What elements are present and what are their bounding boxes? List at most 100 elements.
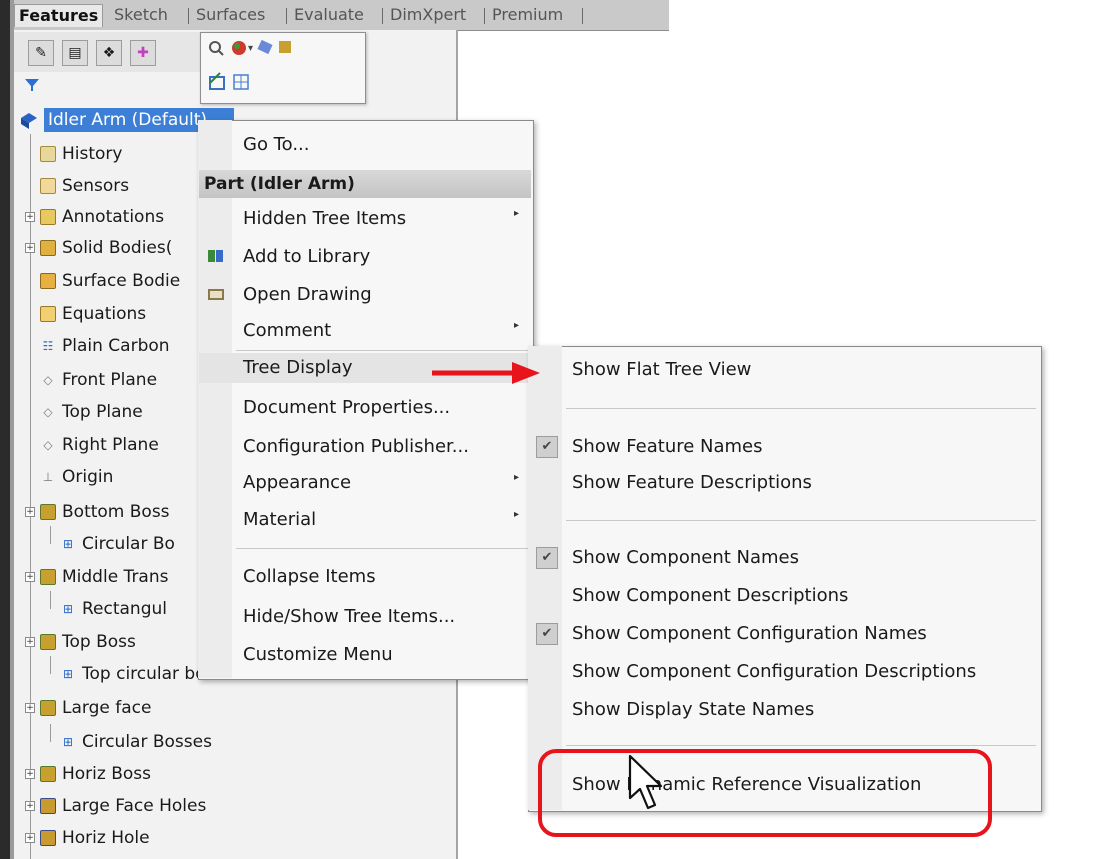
plane-icon: ◇ bbox=[43, 405, 53, 419]
tree-item[interactable]: ☷ Plain Carbon bbox=[40, 332, 170, 360]
menu-item-material[interactable]: Material bbox=[243, 505, 316, 535]
tree-expand-icon[interactable]: + bbox=[25, 572, 35, 582]
tree-item-label: Horiz Boss bbox=[62, 764, 152, 784]
menu-item-go-to[interactable]: Go To... bbox=[243, 130, 309, 160]
tree-item-label: Circular Bo bbox=[82, 534, 175, 554]
flyout-icons: ▾ bbox=[209, 39, 291, 90]
menu-item-show-component-configuration-names[interactable]: Show Component Configuration Names bbox=[572, 619, 927, 649]
cut-extrude-icon bbox=[40, 798, 56, 814]
tree-item[interactable]: Sensors bbox=[40, 172, 129, 200]
tree-item[interactable]: Large face bbox=[40, 694, 151, 722]
tab-features[interactable]: Features bbox=[14, 4, 104, 27]
tree-item[interactable]: ⊞ Circular Bosses bbox=[60, 728, 212, 756]
tree-expand-icon[interactable]: + bbox=[25, 703, 35, 713]
menu-item-configuration-publisher[interactable]: Configuration Publisher... bbox=[243, 432, 469, 462]
tree-item-label: Rectangul bbox=[82, 599, 167, 619]
tab-premium[interactable]: Premium bbox=[492, 4, 563, 26]
tree-item-label: Large face bbox=[62, 698, 152, 718]
tree-item[interactable]: ◇ Front Plane bbox=[40, 366, 157, 394]
menu-item-show-display-state-names[interactable]: Show Display State Names bbox=[572, 695, 814, 725]
tree-expand-icon[interactable]: + bbox=[25, 833, 35, 843]
boss-extrude-icon bbox=[40, 766, 56, 782]
boss-extrude-icon bbox=[40, 700, 56, 716]
tab-dimxpert[interactable]: DimXpert bbox=[390, 4, 466, 26]
tab-sketch[interactable]: Sketch bbox=[114, 4, 168, 26]
tree-expand-icon[interactable]: + bbox=[25, 212, 35, 222]
tree-item[interactable]: Solid Bodies( bbox=[40, 234, 172, 262]
open-drawing-icon bbox=[208, 289, 224, 300]
menu-item-comment[interactable]: Comment bbox=[243, 316, 331, 346]
tree-item[interactable]: ⊞ Circular Bo bbox=[60, 530, 175, 558]
origin-icon: ⊥ bbox=[42, 470, 54, 484]
configuration-manager-tab-icon[interactable]: ❖ bbox=[96, 40, 122, 66]
tree-item-label: Top Boss bbox=[62, 632, 136, 652]
tree-item-label: Bottom Boss bbox=[62, 502, 170, 522]
feature-manager-toolbar: ✎ ▤ ❖ ✚ bbox=[14, 32, 204, 72]
dimxpert-manager-tab-icon[interactable]: ✚ bbox=[130, 40, 156, 66]
tree-item-label: Circular Bosses bbox=[82, 732, 212, 752]
menu-item-customize-menu[interactable]: Customize Menu bbox=[243, 640, 393, 670]
tree-expand-icon[interactable]: + bbox=[25, 637, 35, 647]
mouse-pointer-icon bbox=[628, 754, 663, 810]
tree-item-label: Solid Bodies( bbox=[62, 238, 173, 258]
tree-item-label: Annotations bbox=[62, 207, 165, 227]
menu-separator bbox=[236, 548, 528, 549]
menu-item-show-component-configuration-descriptions[interactable]: Show Component Configuration Description… bbox=[572, 657, 976, 687]
menu-item-collapse-items[interactable]: Collapse Items bbox=[243, 562, 376, 592]
tree-item-label: Origin bbox=[62, 467, 114, 487]
tree-item-label: History bbox=[62, 144, 123, 164]
menu-item-show-flat-tree-view[interactable]: Show Flat Tree View bbox=[572, 355, 751, 385]
equations-icon bbox=[40, 306, 56, 322]
menu-item-add-to-library[interactable]: Add to Library bbox=[243, 242, 370, 272]
tree-item-label: Equations bbox=[62, 304, 147, 324]
svg-text:▾: ▾ bbox=[248, 43, 253, 54]
tree-item[interactable]: Horiz Hole bbox=[40, 824, 150, 852]
feature-manager-tab-icon[interactable]: ✎ bbox=[28, 40, 54, 66]
menu-item-show-component-names[interactable]: Show Component Names bbox=[572, 543, 799, 573]
tree-item[interactable]: Surface Bodie bbox=[40, 267, 180, 295]
tree-guide-line bbox=[50, 724, 51, 742]
tree-item[interactable]: ⊞ Rectangul bbox=[60, 595, 167, 623]
tree-item[interactable]: ◇ Right Plane bbox=[40, 431, 158, 459]
tree-item[interactable]: Annotations bbox=[40, 203, 164, 231]
property-manager-tab-icon[interactable]: ▤ bbox=[62, 40, 88, 66]
tree-expand-icon[interactable]: + bbox=[25, 507, 35, 517]
menu-separator bbox=[566, 520, 1036, 521]
tree-item[interactable]: ⊥ Origin bbox=[40, 463, 114, 491]
boss-extrude-icon bbox=[40, 634, 56, 650]
tab-evaluate[interactable]: Evaluate bbox=[294, 4, 364, 26]
menu-item-tree-display[interactable]: Tree Display bbox=[243, 353, 353, 383]
tree-item-label: Front Plane bbox=[62, 370, 158, 390]
tree-item[interactable]: Top Boss bbox=[40, 628, 136, 656]
menu-item-hidden-tree-items[interactable]: Hidden Tree Items bbox=[243, 204, 406, 234]
add-to-library-icon bbox=[208, 250, 223, 262]
submenu-gutter bbox=[528, 346, 562, 810]
checkmark-icon: ✔ bbox=[536, 547, 558, 569]
boss-extrude-icon bbox=[40, 504, 56, 520]
tree-item[interactable]: Equations bbox=[40, 300, 146, 328]
menu-item-document-properties[interactable]: Document Properties... bbox=[243, 393, 450, 423]
menu-item-open-drawing[interactable]: Open Drawing bbox=[243, 280, 372, 310]
tree-item[interactable]: Large Face Holes bbox=[40, 792, 206, 820]
tree-item[interactable]: Horiz Boss bbox=[40, 760, 151, 788]
tree-root-label[interactable]: Idler Arm (Default) bbox=[48, 108, 207, 132]
menu-item-hide-show-tree-items[interactable]: Hide/Show Tree Items... bbox=[243, 602, 455, 632]
submenu-arrow-icon: ▸ bbox=[514, 472, 520, 483]
tree-display-submenu bbox=[528, 346, 1042, 812]
tree-item[interactable]: ◇ Top Plane bbox=[40, 398, 142, 426]
tree-expand-icon[interactable]: + bbox=[25, 243, 35, 253]
tree-item[interactable]: History bbox=[40, 140, 122, 168]
menu-item-appearance[interactable]: Appearance bbox=[243, 468, 351, 498]
tree-expand-icon[interactable]: + bbox=[25, 769, 35, 779]
tree-expand-icon[interactable]: + bbox=[25, 801, 35, 811]
cut-extrude-icon bbox=[40, 830, 56, 846]
menu-item-show-component-descriptions[interactable]: Show Component Descriptions bbox=[572, 581, 848, 611]
context-menu-header: Part (Idler Arm) bbox=[204, 174, 355, 194]
tree-item[interactable]: Bottom Boss bbox=[40, 498, 170, 526]
filter-icon[interactable] bbox=[24, 77, 40, 93]
tree-item[interactable]: Middle Trans bbox=[40, 563, 168, 591]
toolbar-flyout: ▾ bbox=[200, 32, 366, 104]
tab-surfaces[interactable]: Surfaces bbox=[196, 4, 265, 26]
menu-item-show-feature-names[interactable]: Show Feature Names bbox=[572, 432, 763, 462]
menu-item-show-feature-descriptions[interactable]: Show Feature Descriptions bbox=[572, 468, 812, 498]
